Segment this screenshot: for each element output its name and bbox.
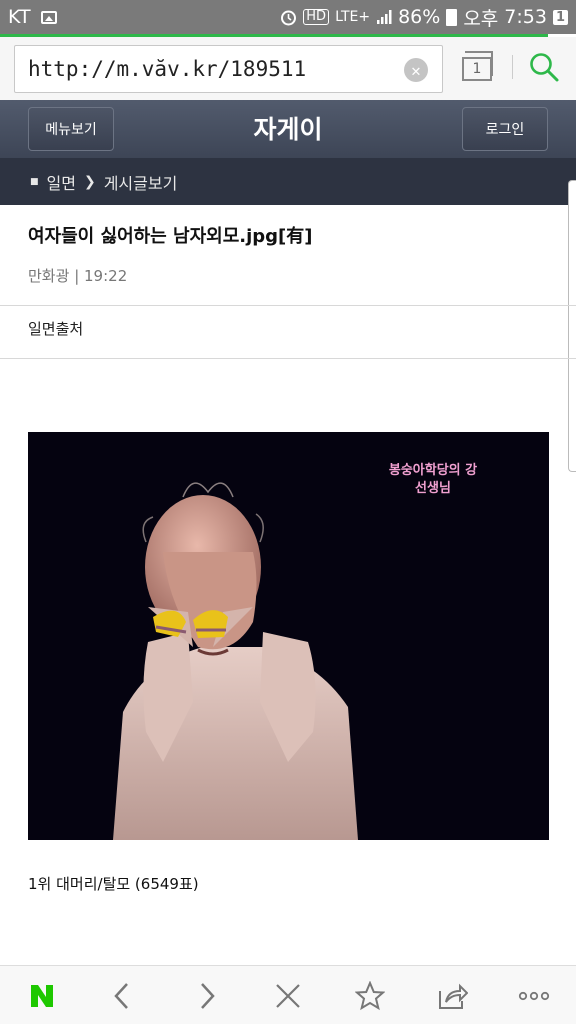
image-caption: 1위 대머리/탈모 (6549표) (28, 875, 199, 893)
battery-percent: 86% (398, 6, 441, 28)
browser-bottom-bar (0, 965, 576, 1024)
ampm-label: 오후 (463, 7, 499, 30)
url-text: http://m.văv.kr/189511 (28, 57, 307, 81)
close-icon (276, 984, 300, 1008)
post-source: 일면출처 (28, 320, 84, 338)
clear-url-icon[interactable]: ✕ (404, 58, 428, 82)
carrier-label: KT (8, 6, 31, 28)
search-icon[interactable] (528, 51, 560, 83)
post-author[interactable]: 만화광 (28, 267, 69, 285)
naver-logo-icon (31, 985, 53, 1007)
scrollbar[interactable] (568, 180, 576, 472)
post-image[interactable]: 봉숭아학당의 강선생님 (28, 432, 549, 840)
post-title: 여자들이 싫어하는 남자외모.jpg[有] (28, 226, 313, 247)
tab-count: 1 (462, 57, 492, 81)
chevron-left-icon (114, 983, 128, 1009)
share-icon (439, 983, 468, 1009)
divider (0, 358, 576, 359)
share-button[interactable] (434, 978, 470, 1014)
image-overlay-text: 봉숭아학당의 강선생님 (388, 463, 478, 496)
toolbar-divider (512, 55, 513, 79)
post-meta: 만화광 | 19:22 (28, 265, 127, 286)
more-dots-icon (518, 991, 550, 1001)
meta-separator: | (74, 267, 85, 285)
bullet-icon: ■ (30, 176, 39, 187)
status-bar: KT HD LTE+ 86% 오후 7:53 1 (0, 0, 576, 34)
tabs-button[interactable]: 1 (462, 51, 496, 83)
battery-icon (446, 8, 458, 26)
breadcrumb: ■ 일면 ❯ 게시글보기 (0, 158, 576, 205)
breadcrumb-page: 게시글보기 (103, 173, 178, 193)
login-button[interactable]: 로그인 (462, 107, 548, 151)
chevron-right-icon: ❯ (83, 173, 96, 190)
alarm-icon (281, 10, 297, 25)
star-icon (355, 981, 385, 1011)
back-button[interactable] (104, 978, 140, 1014)
naver-home-button[interactable] (24, 978, 60, 1014)
forward-button[interactable] (189, 978, 225, 1014)
chevron-right-icon (201, 983, 215, 1009)
browser-toolbar: http://m.văv.kr/189511 ✕ 1 (0, 37, 576, 100)
bookmark-button[interactable] (352, 978, 388, 1014)
gallery-notification-icon (40, 10, 57, 24)
notification-badge: 1 (552, 9, 568, 25)
url-input[interactable]: http://m.văv.kr/189511 ✕ (14, 45, 443, 93)
more-options-button[interactable] (516, 978, 552, 1014)
site-header: 메뉴보기 자게이 로그인 (0, 100, 576, 158)
divider (0, 305, 576, 306)
hd-icon: HD (303, 9, 330, 25)
breadcrumb-section[interactable]: 일면 (47, 170, 76, 194)
network-type: LTE+ (335, 9, 371, 25)
post-time: 19:22 (84, 267, 128, 285)
signal-icon (377, 10, 392, 24)
clock: 7:53 (504, 6, 547, 28)
close-tab-button[interactable] (270, 978, 306, 1014)
